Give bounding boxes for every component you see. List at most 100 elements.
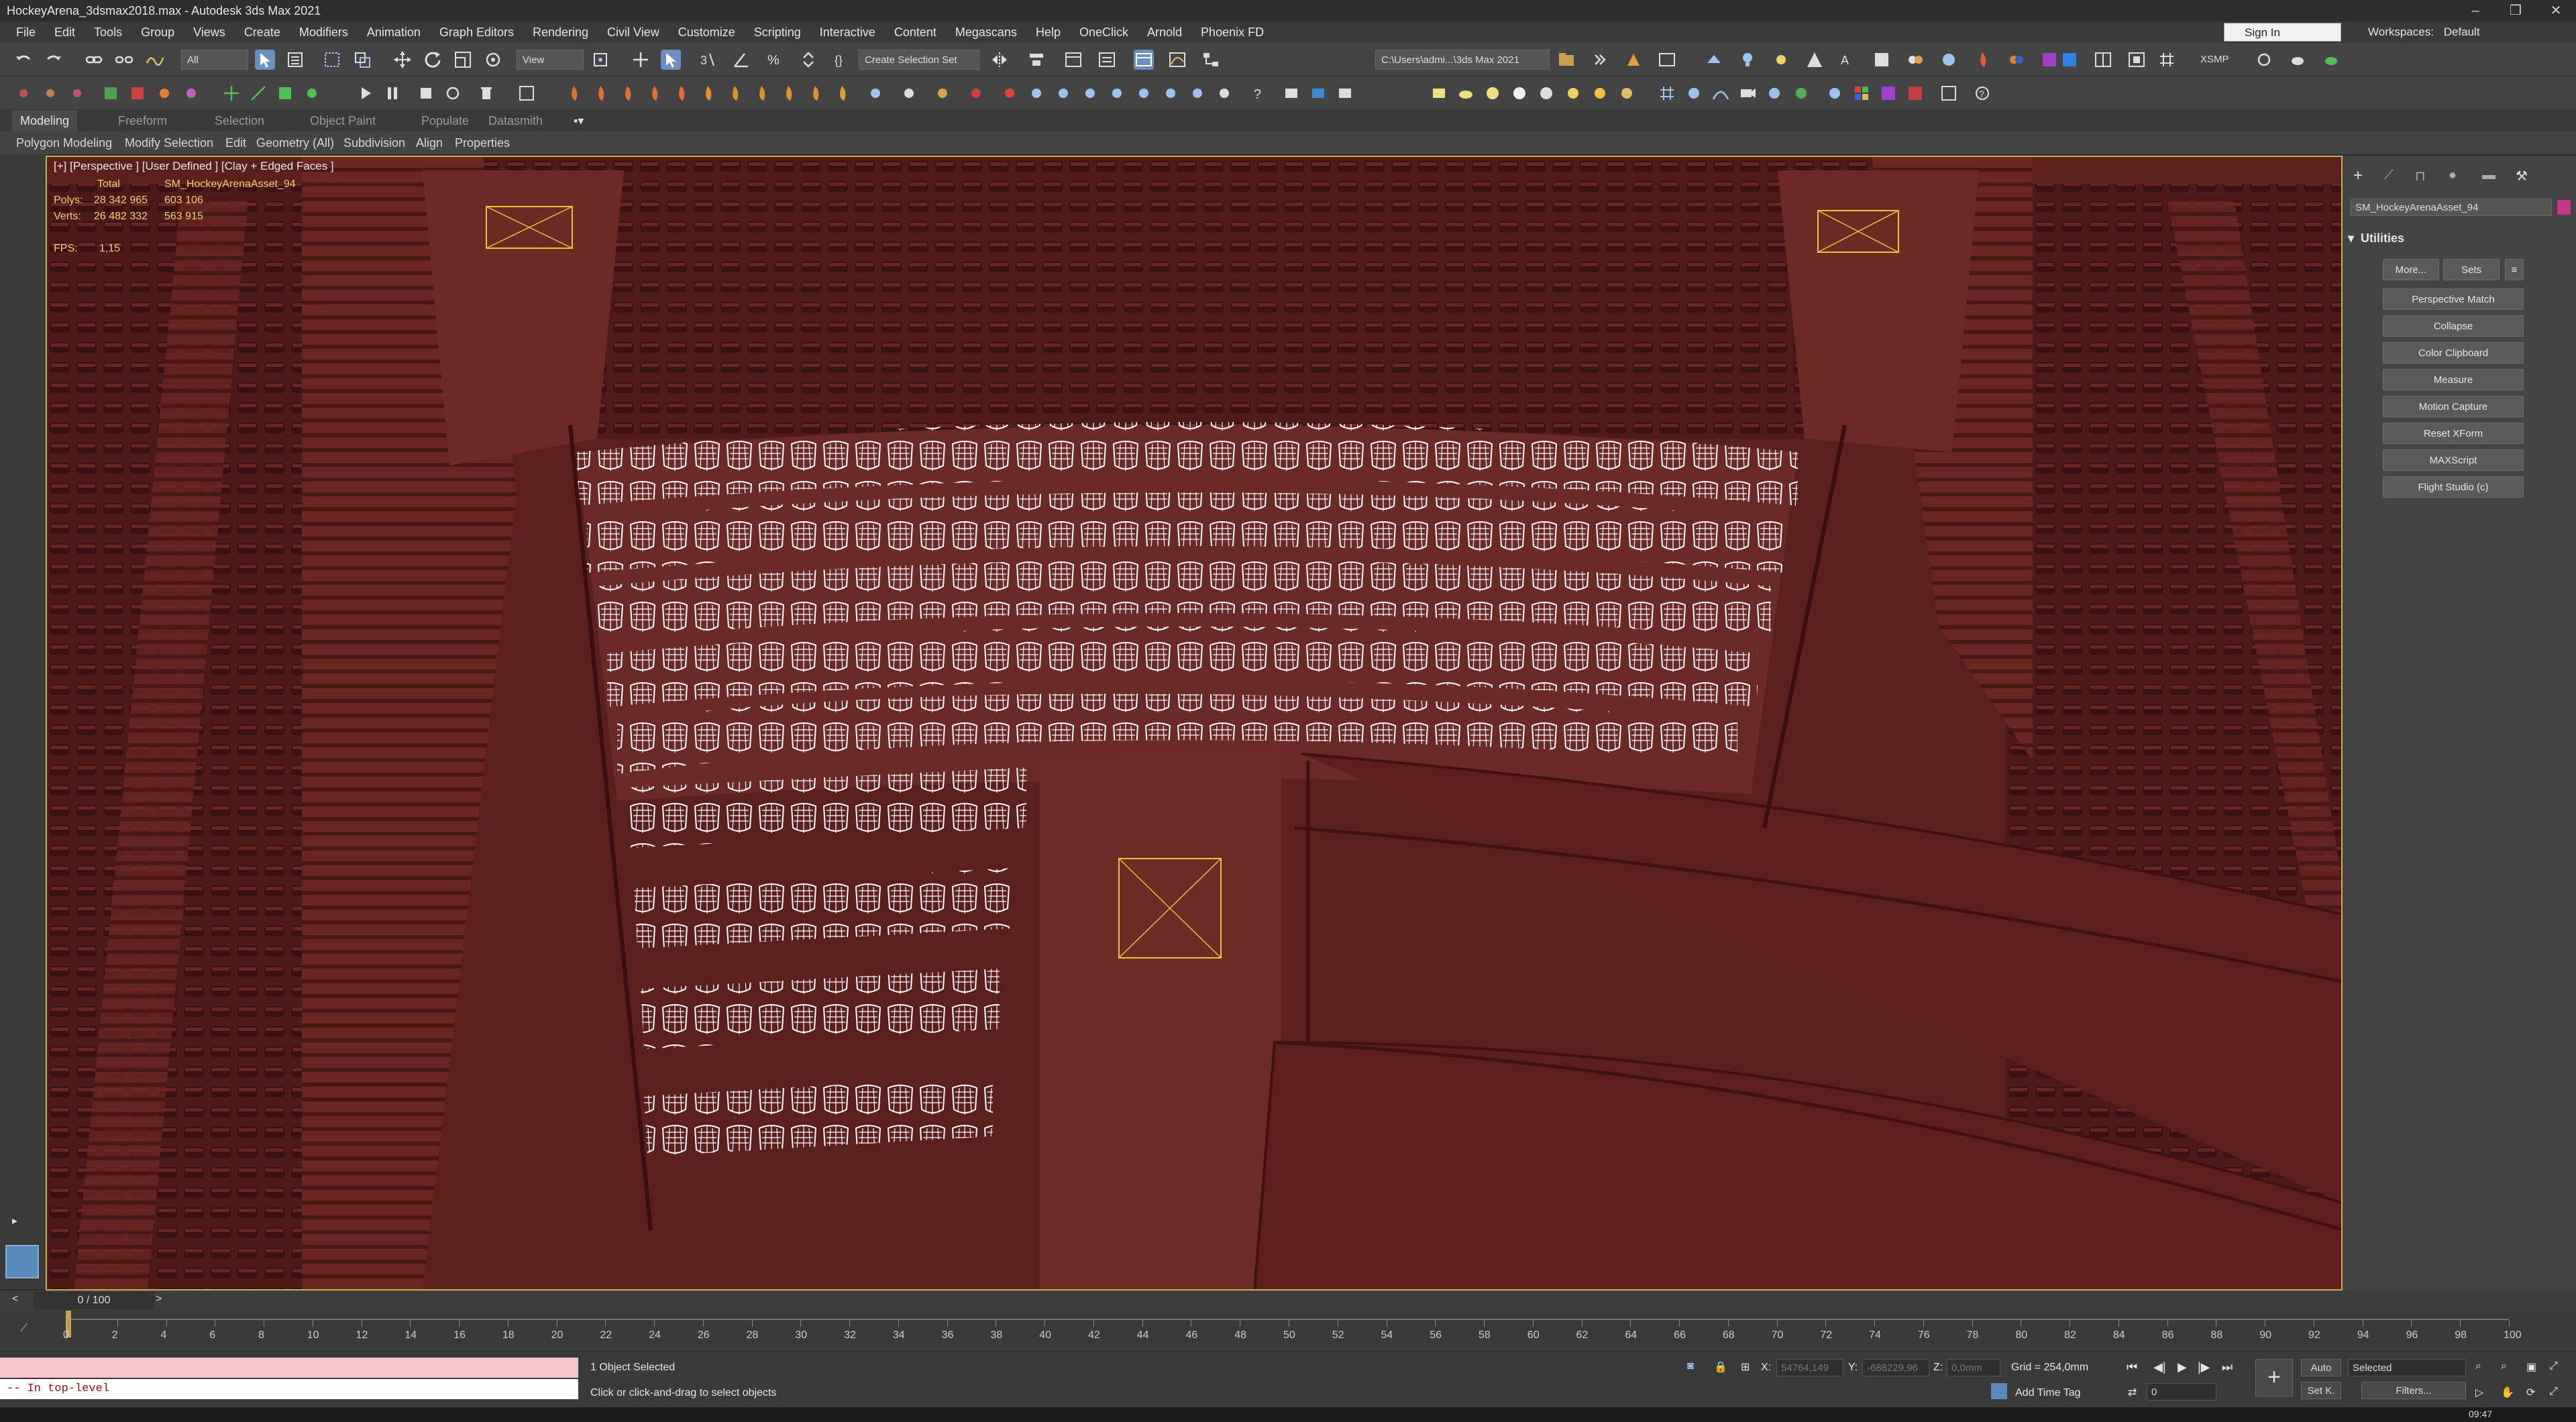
- spinner-snap-icon[interactable]: [798, 50, 818, 70]
- add-time-tag[interactable]: Add Time Tag: [2015, 1387, 2081, 1399]
- subtab-modify-selection[interactable]: Modify Selection: [125, 131, 213, 154]
- maxscript-output[interactable]: -- In top-level: [0, 1379, 578, 1399]
- pan-view-icon[interactable]: ✋: [2501, 1386, 2514, 1399]
- create-network-icon[interactable]: [1825, 83, 1845, 103]
- tool-11-icon[interactable]: [1161, 83, 1181, 103]
- menu-megascans[interactable]: Megascans: [946, 21, 1026, 43]
- preview-icon[interactable]: [443, 83, 463, 103]
- z-coordinate-field[interactable]: 0,0mm: [1947, 1359, 2000, 1376]
- ribbon-options-icon[interactable]: ▪▾: [574, 110, 584, 131]
- create-cone-icon[interactable]: [1509, 83, 1529, 103]
- menu-group[interactable]: Group: [131, 21, 184, 43]
- rectangular-selection-icon[interactable]: [322, 50, 342, 70]
- perspective-viewport[interactable]: [46, 156, 2343, 1291]
- toggle-ribbon-icon[interactable]: [1134, 50, 1154, 70]
- xsmp-label[interactable]: XSMP: [2200, 54, 2229, 65]
- stop-animation-icon[interactable]: [416, 83, 436, 103]
- menu-rendering[interactable]: Rendering: [523, 21, 598, 43]
- ribbon-tab-object-paint[interactable]: Object Paint: [310, 110, 376, 131]
- zoom-all-icon[interactable]: ⌕: [2501, 1360, 2507, 1372]
- current-frame-field[interactable]: 0: [2147, 1383, 2216, 1401]
- menu-interactive[interactable]: Interactive: [810, 21, 885, 43]
- arnold-volume-icon[interactable]: [1939, 50, 1959, 70]
- render-setup-icon[interactable]: [1623, 50, 1644, 70]
- sets-button[interactable]: Sets: [2443, 259, 2500, 280]
- utility-maxscript[interactable]: MAXScript: [2383, 449, 2524, 471]
- menu-animation[interactable]: Animation: [358, 21, 430, 43]
- sign-in-button[interactable]: Sign In: [2224, 23, 2341, 42]
- axis-yz-icon[interactable]: [67, 83, 87, 103]
- tool-5-icon[interactable]: [1000, 83, 1020, 103]
- motion-tab-icon[interactable]: ●: [2449, 168, 2457, 183]
- scene-explorer-icon[interactable]: [1063, 50, 1083, 70]
- subtab-align[interactable]: Align: [416, 131, 443, 154]
- tool-6-icon[interactable]: [1026, 83, 1046, 103]
- arnold-tools-icon[interactable]: [1905, 50, 1925, 70]
- utilities-tab-icon[interactable]: ⚒: [2516, 168, 2528, 184]
- create-help-icon[interactable]: ?: [1972, 83, 1992, 103]
- percent-snap-icon[interactable]: %: [765, 50, 785, 70]
- ribbon-tab-datasmith[interactable]: Datasmith: [488, 110, 543, 131]
- listener-icon[interactable]: [517, 83, 537, 103]
- scene-tool-1-icon[interactable]: [1281, 83, 1301, 103]
- menu-customize[interactable]: Customize: [669, 21, 745, 43]
- create-helper-icon[interactable]: [1684, 83, 1704, 103]
- render-icon[interactable]: [2254, 50, 2274, 70]
- menu-create[interactable]: Create: [235, 21, 290, 43]
- link-icon[interactable]: [84, 50, 104, 70]
- maximize-button[interactable]: ❐: [2496, 0, 2536, 21]
- reference-coordinate-dropdown[interactable]: View: [517, 50, 584, 70]
- subtab-subdivision[interactable]: Subdivision: [343, 131, 405, 154]
- fire-8-icon[interactable]: [751, 83, 771, 103]
- track-bar[interactable]: 0 2 4 6 8 10 12 14 16 18 20 22 24 26 28 30 32 34 36 38 40 42 4…: [0, 1311, 2576, 1351]
- menu-content[interactable]: Content: [885, 21, 946, 43]
- maxscript-mini-listener[interactable]: [0, 1358, 578, 1378]
- axis-xy-icon[interactable]: [40, 83, 60, 103]
- utility-flight-studio[interactable]: Flight Studio (c): [2383, 476, 2524, 498]
- hierarchy-tab-icon[interactable]: ⊓: [2415, 168, 2426, 184]
- viewport-label[interactable]: [+] [Perspective ] [User Defined ] [Clay…: [54, 160, 334, 173]
- timeline-config-icon[interactable]: ⟋: [20, 1323, 28, 1335]
- create-box-icon[interactable]: [1429, 83, 1449, 103]
- zoom-icon[interactable]: ⌕: [2475, 1360, 2481, 1372]
- lock-selection-icon[interactable]: 🔒: [1714, 1360, 1727, 1374]
- modify-tab-icon[interactable]: ⟋: [2384, 168, 2394, 183]
- move-icon[interactable]: [392, 50, 413, 70]
- viewport-layout-icon[interactable]: [2093, 50, 2113, 70]
- pause-animation-icon[interactable]: [382, 83, 402, 103]
- select-object-icon[interactable]: [255, 50, 275, 70]
- snap-object-icon[interactable]: [302, 83, 322, 103]
- fire-5-icon[interactable]: [671, 83, 691, 103]
- orange-select-icon[interactable]: [154, 83, 174, 103]
- subtab-geometry[interactable]: Geometry (All): [256, 131, 334, 154]
- tool-4-icon[interactable]: [966, 83, 986, 103]
- redo-icon[interactable]: [44, 50, 64, 70]
- time-tag-icon[interactable]: [1991, 1383, 2007, 1399]
- arnold-shader-icon[interactable]: [1805, 50, 1825, 70]
- maximize-viewport-icon[interactable]: ⤢: [2549, 1360, 2558, 1372]
- menu-arnold[interactable]: Arnold: [1138, 21, 1191, 43]
- utility-color-clipboard[interactable]: Color Clipboard: [2383, 342, 2524, 364]
- set-key-icon[interactable]: +: [2255, 1359, 2293, 1397]
- tool-10-icon[interactable]: [1134, 83, 1154, 103]
- create-sun-icon[interactable]: [1590, 83, 1610, 103]
- time-slider-handle[interactable]: 0 / 100: [34, 1292, 154, 1309]
- zoom-extents-icon[interactable]: ▣: [2526, 1360, 2536, 1374]
- menu-help[interactable]: Help: [1026, 21, 1070, 43]
- fire-11-icon[interactable]: [832, 83, 852, 103]
- menu-graph-editors[interactable]: Graph Editors: [430, 21, 523, 43]
- undo-icon[interactable]: [13, 50, 34, 70]
- unlink-icon[interactable]: [114, 50, 134, 70]
- fire-10-icon[interactable]: [805, 83, 825, 103]
- subtab-edit[interactable]: Edit: [225, 131, 246, 154]
- create-colors-icon[interactable]: [1851, 83, 1872, 103]
- create-tab-icon[interactable]: +: [2353, 166, 2363, 185]
- create-sky-icon[interactable]: [1617, 83, 1637, 103]
- scale-icon[interactable]: [453, 50, 473, 70]
- tool-3-icon[interactable]: [932, 83, 953, 103]
- utility-measure[interactable]: Measure: [2383, 369, 2524, 390]
- y-coordinate-field[interactable]: -688229,96: [1862, 1359, 1929, 1376]
- layer-explorer-icon[interactable]: [1097, 50, 1117, 70]
- tool-8-icon[interactable]: [1080, 83, 1100, 103]
- menu-modifiers[interactable]: Modifiers: [290, 21, 358, 43]
